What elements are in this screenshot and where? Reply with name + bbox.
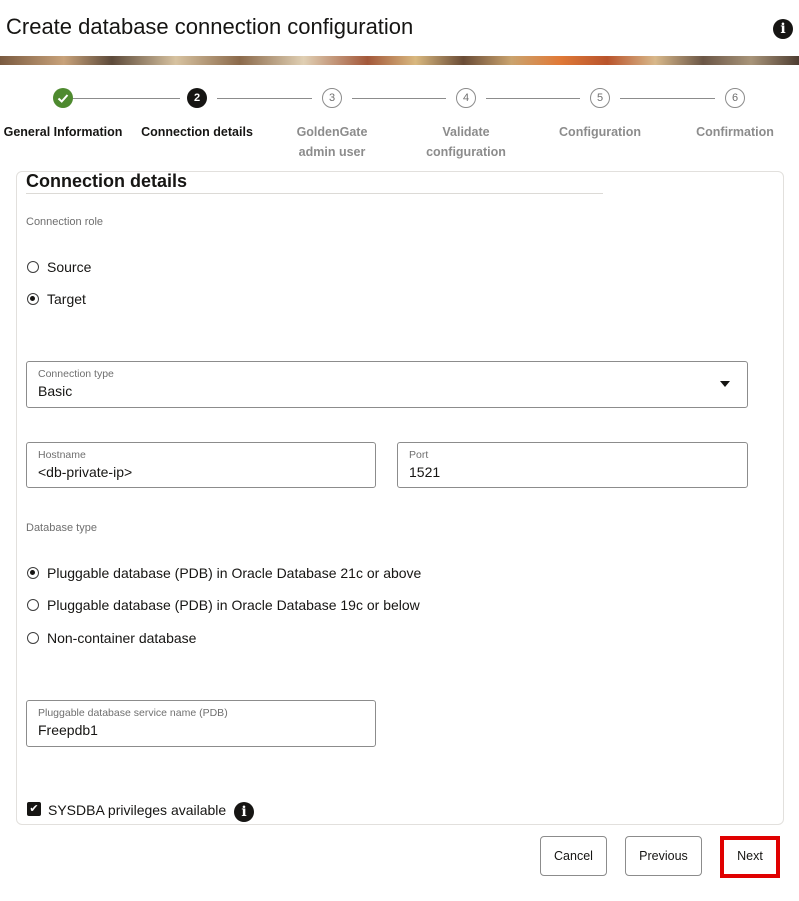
step-2-label: Connection details (141, 125, 253, 139)
port-field[interactable]: Port 1521 (397, 442, 748, 488)
radio-pdb-19c-label: Pluggable database (PDB) in Oracle Datab… (47, 597, 420, 613)
hostname-field[interactable]: Hostname <db-private-ip> (26, 442, 376, 488)
step-4-label: Validate configuration (426, 125, 506, 159)
decorative-banner (0, 56, 799, 65)
radio-pdb-21c-label: Pluggable database (PDB) in Oracle Datab… (47, 565, 422, 581)
pdb-service-name-field[interactable]: Pluggable database service name (PDB) Fr… (26, 700, 376, 747)
chevron-down-icon[interactable] (720, 381, 730, 387)
pdb-service-name-label: Pluggable database service name (PDB) (38, 707, 228, 719)
radio-target-label: Target (47, 291, 86, 307)
radio-source-label: Source (47, 259, 92, 275)
radio-button[interactable] (27, 599, 39, 611)
hostname-label: Hostname (38, 449, 86, 461)
step-6-label: Confirmation (696, 125, 774, 139)
step-1-checkmark-icon (53, 88, 73, 108)
info-icon[interactable]: i (773, 19, 793, 39)
connection-type-select[interactable]: Connection type Basic (26, 361, 748, 408)
connection-type-label: Connection type (38, 368, 114, 380)
step-5-label: Configuration (559, 125, 641, 139)
section-divider (26, 193, 603, 194)
radio-non-container-label: Non-container database (47, 630, 197, 646)
step-4-indicator: 4 (456, 88, 476, 108)
info-icon[interactable]: i (234, 802, 254, 822)
step-5-indicator: 5 (590, 88, 610, 108)
radio-button-selected[interactable] (27, 567, 39, 579)
step-connector (352, 98, 446, 99)
database-type-label: Database type (26, 522, 97, 534)
radio-pdb-19c[interactable]: Pluggable database (PDB) in Oracle Datab… (26, 595, 420, 615)
connection-type-value: Basic (38, 383, 73, 399)
radio-source[interactable]: Source (26, 257, 91, 277)
radio-button-selected[interactable] (27, 293, 39, 305)
step-connector (486, 98, 580, 99)
radio-button[interactable] (27, 261, 39, 273)
dialog-title: Create database connection configuration (6, 14, 414, 39)
radio-pdb-21c[interactable]: Pluggable database (PDB) in Oracle Datab… (26, 563, 421, 583)
radio-target[interactable]: Target (26, 289, 86, 309)
cancel-button[interactable]: Cancel (540, 836, 607, 876)
step-6-indicator: 6 (725, 88, 745, 108)
sysdba-label: SYSDBA privileges available (48, 802, 227, 818)
hostname-value[interactable]: <db-private-ip> (38, 464, 351, 480)
previous-button[interactable]: Previous (625, 836, 702, 876)
port-value[interactable]: 1521 (409, 464, 723, 480)
connection-role-label: Connection role (26, 216, 104, 228)
step-1-label: General Information (3, 125, 123, 139)
next-button[interactable]: Next (726, 840, 774, 874)
radio-button[interactable] (27, 632, 39, 644)
step-3-indicator: 3 (322, 88, 342, 108)
step-2-indicator: 2 (187, 88, 207, 108)
sysdba-checkbox[interactable]: ✔ (27, 802, 41, 816)
step-connector (620, 98, 715, 99)
port-label: Port (409, 449, 429, 461)
step-connector (72, 98, 180, 99)
pdb-service-name-value[interactable]: Freepdb1 (38, 722, 351, 738)
section-title: Connection details (26, 171, 188, 191)
step-3-label: GoldenGate admin user (296, 125, 368, 159)
step-connector (217, 98, 312, 99)
radio-non-container[interactable]: Non-container database (26, 628, 196, 648)
